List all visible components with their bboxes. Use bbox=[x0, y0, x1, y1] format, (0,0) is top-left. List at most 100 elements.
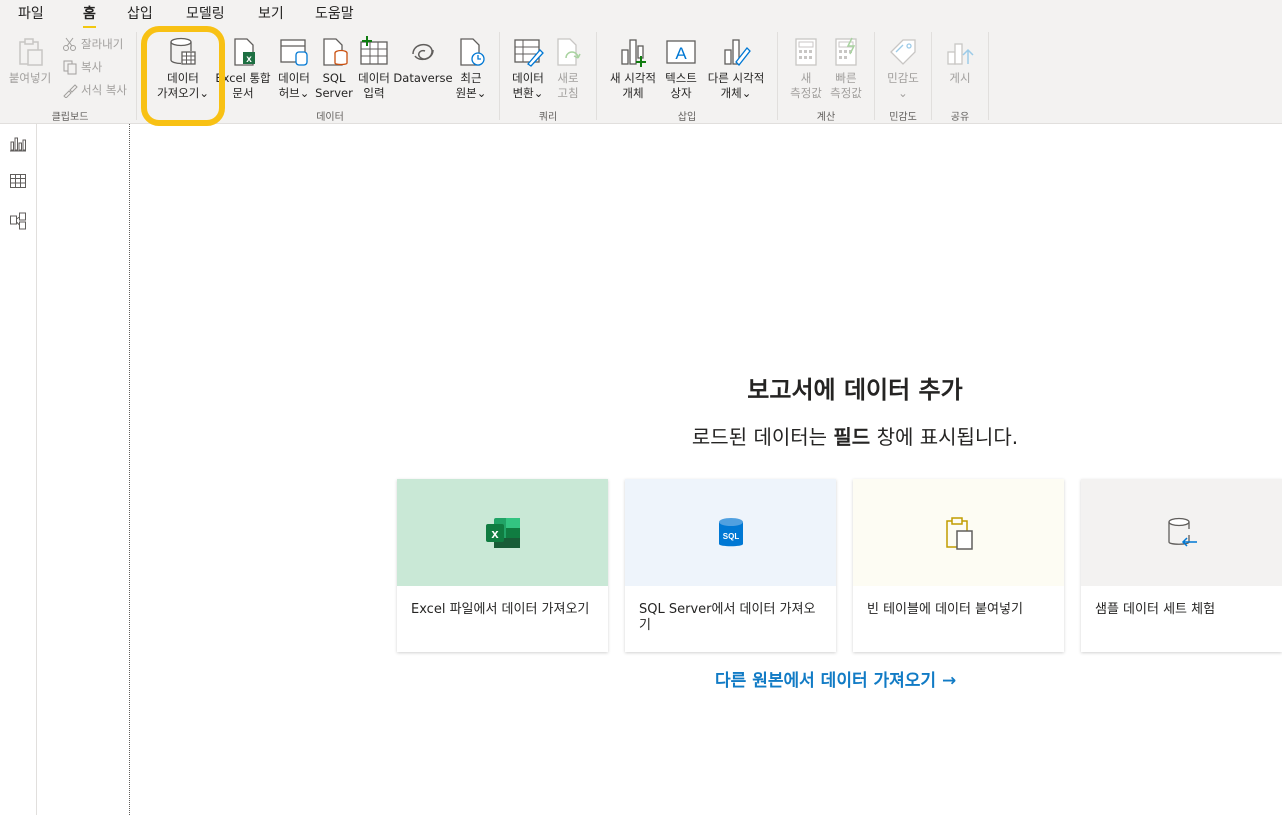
recent-label-2: 원본⌄ bbox=[455, 86, 487, 100]
tab-file[interactable]: 파일 bbox=[18, 3, 44, 23]
cut-label: 잘라내기 bbox=[81, 37, 124, 51]
get-data-button[interactable]: 데이터 가져오기⌄ bbox=[150, 36, 216, 101]
new-measure-label-2: 측정값 bbox=[790, 86, 822, 100]
tab-view[interactable]: 보기 bbox=[258, 3, 284, 23]
excel-logo-icon: x bbox=[485, 517, 520, 548]
data-hub-icon bbox=[280, 39, 308, 66]
group-label-query: 쿼리 bbox=[538, 112, 558, 123]
publish-icon bbox=[947, 43, 974, 65]
paste-icon bbox=[19, 38, 43, 66]
transform-label-1: 데이터 bbox=[512, 71, 544, 85]
more-visuals-label-2: 개체⌄ bbox=[720, 86, 752, 100]
data-hub-label-1: 데이터 bbox=[278, 71, 310, 85]
transform-data-button[interactable]: 데이터 변환⌄ bbox=[508, 36, 548, 101]
ribbon-separator bbox=[931, 32, 932, 120]
sensitivity-button[interactable]: 민감도 ⌄ bbox=[882, 36, 924, 101]
enter-data-label-1: 데이터 bbox=[358, 71, 390, 85]
new-measure-label-1: 새 bbox=[800, 71, 812, 85]
tab-insert[interactable]: 삽입 bbox=[127, 3, 153, 23]
menu-bar: 파일 홈 삽입 모델링 보기 도움말 bbox=[0, 0, 1282, 29]
svg-text:A: A bbox=[675, 44, 687, 63]
group-label-insert: 삽입 bbox=[677, 112, 697, 123]
sensitivity-chevron: ⌄ bbox=[898, 86, 908, 100]
publish-button[interactable]: 게시 bbox=[940, 36, 980, 86]
ribbon-separator bbox=[499, 32, 500, 120]
get-data-label-2: 가져오기⌄ bbox=[157, 86, 209, 100]
more-visuals-label-1: 다른 시각적 bbox=[707, 71, 765, 85]
quick-measure-label-1: 빠른 bbox=[835, 71, 857, 85]
text-box-label-1: 텍스트 bbox=[665, 71, 697, 85]
excel-card-label: Excel 파일에서 데이터 가져오기 bbox=[411, 602, 590, 617]
new-visual-button[interactable]: 새 시각적 개체 bbox=[604, 36, 662, 101]
dataverse-button[interactable]: Dataverse bbox=[393, 36, 453, 86]
add-data-heading: 보고서에 데이터 추가 bbox=[747, 376, 963, 404]
ribbon: 붙여넣기 잘라내기 복사 서식 복사 클립보드 데이터 가져오기⌄ x Exce bbox=[0, 28, 1282, 124]
data-hub-button[interactable]: 데이터 허브⌄ bbox=[274, 36, 314, 101]
paintbrush-icon bbox=[63, 84, 78, 98]
ribbon-separator bbox=[136, 32, 137, 120]
group-label-share: 공유 bbox=[950, 112, 970, 123]
get-data-other-sources-link[interactable]: 다른 원본에서 데이터 가져오기 → bbox=[715, 666, 956, 691]
add-data-subheading: 로드된 데이터는 필드 창에 표시됩니다. bbox=[560, 421, 1150, 450]
text-box-button[interactable]: A 텍스트 상자 bbox=[660, 36, 702, 101]
ribbon-separator bbox=[777, 32, 778, 120]
group-label-calc: 계산 bbox=[816, 112, 836, 123]
format-painter-button[interactable]: 서식 복사 bbox=[62, 82, 127, 98]
sql-server-button[interactable]: SQL Server bbox=[314, 36, 354, 101]
copy-button[interactable]: 복사 bbox=[62, 59, 102, 75]
sensitivity-tag-icon bbox=[890, 39, 916, 65]
ribbon-separator bbox=[874, 32, 875, 120]
fields-pane-name: 필드 bbox=[833, 425, 871, 449]
sql-card-banner: SQL bbox=[625, 479, 836, 586]
quick-measure-label-2: 측정값 bbox=[830, 86, 862, 100]
svg-text:x: x bbox=[246, 54, 252, 65]
more-visuals-icon bbox=[724, 39, 751, 66]
quick-measure-button[interactable]: 빠른 측정값 bbox=[826, 36, 866, 101]
subheading-text-after: 창에 표시됩니다. bbox=[870, 425, 1019, 449]
tab-help[interactable]: 도움말 bbox=[315, 3, 354, 23]
sql-server-card[interactable]: SQL SQL Server에서 데이터 가져오기 bbox=[625, 479, 836, 652]
copy-label: 복사 bbox=[81, 60, 103, 74]
view-rail bbox=[0, 124, 37, 815]
sql-label-2: Server bbox=[315, 86, 353, 100]
clipboard-icon bbox=[945, 516, 973, 550]
more-visuals-button[interactable]: 다른 시각적 개체⌄ bbox=[703, 36, 769, 101]
enter-data-button[interactable]: 데이터 입력 bbox=[354, 36, 394, 101]
sample-data-card[interactable]: 샘플 데이터 세트 체험 bbox=[1081, 479, 1282, 652]
text-box-icon: A bbox=[666, 40, 696, 64]
sql-card-label: SQL Server에서 데이터 가져오기 bbox=[639, 602, 816, 633]
table-view-icon[interactable] bbox=[9, 172, 27, 190]
refresh-button[interactable]: 새로 고침 bbox=[548, 36, 588, 101]
cut-button[interactable]: 잘라내기 bbox=[62, 36, 123, 52]
calculator-icon bbox=[795, 38, 817, 66]
publish-label: 게시 bbox=[949, 71, 971, 85]
excel-card[interactable]: x Excel 파일에서 데이터 가져오기 bbox=[397, 479, 608, 652]
new-measure-button[interactable]: 새 측정값 bbox=[786, 36, 826, 101]
database-import-icon bbox=[1167, 517, 1197, 547]
excel-workbook-button[interactable]: x Excel 통합 문서 bbox=[214, 36, 272, 101]
recent-label-1: 최근 bbox=[460, 71, 482, 85]
excel-file-icon: x bbox=[234, 38, 255, 66]
svg-text:x: x bbox=[491, 526, 499, 541]
ribbon-separator bbox=[988, 32, 989, 120]
scissors-icon bbox=[63, 37, 76, 51]
sql-file-icon bbox=[323, 38, 348, 66]
sql-database-icon: SQL bbox=[718, 517, 743, 546]
tab-home[interactable]: 홈 bbox=[83, 3, 96, 29]
paste-table-card[interactable]: 빈 테이블에 데이터 붙여넣기 bbox=[853, 479, 1064, 652]
excel-label-2: 문서 bbox=[232, 86, 254, 100]
recent-sources-button[interactable]: 최근 원본⌄ bbox=[451, 36, 491, 101]
new-visual-label-1: 새 시각적 bbox=[610, 71, 656, 85]
model-view-icon[interactable] bbox=[9, 212, 27, 230]
paste-button[interactable]: 붙여넣기 bbox=[4, 36, 56, 86]
data-hub-label-2: 허브⌄ bbox=[278, 86, 310, 100]
refresh-icon bbox=[557, 38, 581, 66]
sensitivity-label: 민감도 bbox=[887, 71, 919, 85]
tab-modeling[interactable]: 모델링 bbox=[186, 3, 225, 23]
report-view-icon[interactable] bbox=[9, 134, 27, 152]
text-box-label-2: 상자 bbox=[670, 86, 692, 100]
paste-label: 붙여넣기 bbox=[8, 71, 52, 85]
new-visual-icon bbox=[621, 39, 646, 67]
svg-text:SQL: SQL bbox=[722, 532, 739, 541]
ribbon-separator bbox=[596, 32, 597, 120]
